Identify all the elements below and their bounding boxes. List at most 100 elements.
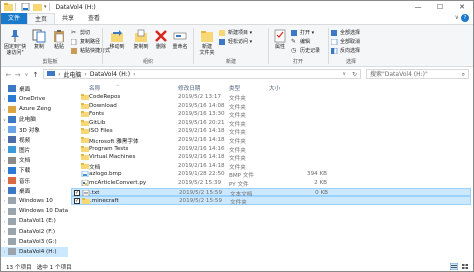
nav-item[interactable]: 桌面 (1, 84, 68, 94)
maximize-button[interactable]: ☐ (429, 1, 451, 13)
select-group-label: 选择 (345, 59, 356, 65)
nav-item[interactable]: › 下载 (1, 166, 68, 176)
open-button[interactable]: 打开 ▾ (291, 29, 314, 37)
copy-to-button[interactable]: 复制到 (129, 28, 153, 50)
tab-share[interactable]: 共享 (55, 13, 81, 24)
nav-item[interactable]: › 视频 (1, 135, 68, 145)
up-icon[interactable]: ↑ (31, 71, 40, 79)
file-row[interactable]: azlogo.bmp 2019/1/28 22:50 BMP 文件 394 KB (71, 170, 471, 179)
expand-arrow-icon[interactable]: › (1, 249, 8, 254)
large-icons-view-icon[interactable] (461, 263, 469, 270)
row-checkbox[interactable]: ✓ (74, 198, 80, 205)
file-row[interactable]: Virtual Machines 2019/2/16 14:18 文件夹 (71, 153, 471, 162)
details-view-icon[interactable] (450, 263, 458, 270)
properties-quick-icon[interactable] (21, 3, 30, 11)
help-icon[interactable]: ? (461, 14, 469, 22)
recent-dropdown-icon[interactable]: ∨ (22, 72, 31, 78)
quick-access-dropdown-icon[interactable]: ▾ (44, 4, 47, 10)
select-none-label: 全部取消 (340, 39, 361, 45)
file-row[interactable]: CodeRepos 2019/5/2 13:17 文件夹 (71, 93, 471, 102)
file-row[interactable]: 文档 2019/2/16 14:18 文件夹 (71, 162, 471, 171)
expand-arrow-icon[interactable]: › (1, 178, 8, 183)
tab-view[interactable]: 查看 (81, 13, 107, 24)
row-checkbox[interactable]: ✓ (74, 189, 80, 196)
file-row[interactable]: Download 2019/5/16 14:08 文件夹 (71, 102, 471, 111)
new-item-button[interactable]: 新建项目 ▾ (219, 29, 252, 37)
expand-arrow-icon[interactable]: › (1, 137, 8, 142)
close-button[interactable]: ✕ (451, 1, 473, 13)
properties-button[interactable]: 属性 (271, 28, 289, 50)
nav-item[interactable]: ∨ 此电脑 (1, 115, 68, 125)
expand-arrow-icon[interactable]: › (1, 127, 8, 132)
file-row[interactable]: ISO Files 2019/2/16 14:18 文件夹 (71, 127, 471, 136)
expand-arrow-icon[interactable]: › (1, 219, 8, 224)
column-size[interactable]: 大小 (267, 84, 327, 92)
breadcrumb-drive[interactable]: DataVol4 (H:) (90, 71, 130, 78)
nav-item[interactable]: › DataVol1 (E:) (1, 217, 68, 227)
nav-item[interactable]: › Windows 10 Data (1, 206, 68, 216)
file-row[interactable]: mcArticleConvert.py 2019/5/2 15:39 PY 文件 2 … (71, 179, 471, 188)
new-folder-quick-icon[interactable] (33, 3, 42, 11)
minimize-button[interactable]: — (407, 1, 429, 13)
nav-item[interactable]: › DataVol3 (G:) (1, 237, 68, 247)
move-to-button[interactable]: 移动到 (105, 28, 129, 50)
select-none-button[interactable]: 全部取消 (331, 38, 360, 46)
ribbon-collapse-icon[interactable]: ∨ (455, 14, 459, 21)
expand-arrow-icon[interactable]: › (1, 96, 8, 101)
history-button[interactable]: ◷ 历史记录 (291, 47, 320, 55)
paste-button[interactable]: 粘贴 (48, 28, 70, 50)
file-row[interactable]: ✓ .minecraft 2019/5/2 15:59 文件夹 (71, 196, 471, 206)
file-row[interactable]: Microsoft 雅黑字体 2019/2/16 14:18 文件夹 (71, 136, 471, 145)
new-folder-button[interactable]: 新建 文件夹 (196, 28, 218, 56)
file-row[interactable]: Fonts 2019/5/16 13:30 文件夹 (71, 110, 471, 119)
copy-path-button[interactable]: 复制路径 (71, 38, 100, 46)
cut-button[interactable]: ✂ 剪切 (71, 29, 90, 37)
expand-arrow-icon[interactable]: › (1, 209, 8, 214)
expand-arrow-icon[interactable]: › (1, 168, 8, 173)
expand-arrow-icon[interactable]: › (1, 229, 8, 234)
copy-button[interactable]: 复制 (28, 28, 50, 50)
nav-item[interactable]: › 音乐 (1, 176, 68, 186)
expand-arrow-icon[interactable]: › (1, 239, 8, 244)
history-icon: ◷ (291, 47, 297, 54)
edit-button[interactable]: ✎ 编辑 (291, 38, 310, 46)
pin-quick-access-button[interactable]: 固定到"快 速访问" (3, 28, 27, 56)
file-row[interactable]: Program Tests 2019/2/16 14:16 文件夹 (71, 145, 471, 154)
expand-arrow-icon[interactable]: › (1, 147, 8, 152)
column-type[interactable]: 类型 (229, 84, 240, 92)
nav-item[interactable]: › 图片 (1, 145, 68, 155)
expand-arrow-icon[interactable]: › (1, 198, 8, 203)
file-row[interactable]: GitLib 2019/5/16 20:21 文件夹 (71, 119, 471, 128)
address-dropdown-icon[interactable]: ∨ (342, 71, 346, 77)
nav-item[interactable]: › 桌面 (1, 186, 68, 196)
invert-selection-button[interactable]: 反向选择 (331, 47, 360, 55)
nav-item[interactable]: › OneDrive (1, 94, 68, 104)
expand-arrow-icon[interactable]: › (1, 188, 8, 193)
delete-button[interactable]: 删除 (152, 28, 170, 50)
column-date[interactable]: 修改日期 (178, 84, 200, 92)
easy-access-button[interactable]: 轻松访问 ▾ (219, 38, 252, 46)
nav-item[interactable]: › 文档 (1, 155, 68, 165)
nav-item[interactable]: › Azure Zeng (1, 104, 68, 114)
file-row[interactable]: ✓ .txt 2019/5/2 15:59 文本文档 0 KB (71, 187, 471, 198)
breadcrumb-this-pc[interactable]: 此电脑 (63, 70, 81, 79)
forward-icon[interactable]: → (13, 71, 22, 79)
nav-item[interactable]: › DataVol4 (H:) (1, 247, 68, 257)
folder-icon (81, 111, 89, 118)
tab-home[interactable]: 主页 (27, 13, 56, 24)
select-all-button[interactable]: 全部选择 (331, 29, 360, 37)
refresh-icon[interactable]: ↻ (352, 71, 357, 78)
expand-down-icon[interactable]: ∨ (1, 117, 8, 122)
nav-item[interactable]: › 3D 对象 (1, 125, 68, 135)
nav-item[interactable]: › Windows 10 (1, 196, 68, 206)
nav-item[interactable]: › DataVol2 (F:) (1, 227, 68, 237)
search-input[interactable]: 搜索"DataVol4 (H:)" ⌕ (366, 69, 469, 79)
copy-path-icon (71, 39, 77, 45)
back-icon[interactable]: ← (4, 71, 13, 79)
expand-arrow-icon[interactable]: › (1, 107, 8, 112)
expand-arrow-icon[interactable]: › (1, 158, 8, 163)
rename-button[interactable]: 重命名 (170, 28, 190, 50)
tab-file[interactable]: 文件 (1, 13, 28, 24)
column-name[interactable]: 名称 (89, 84, 100, 92)
address-bar[interactable]: › 此电脑 › DataVol4 (H:) › ∨ ↻ (43, 69, 361, 79)
